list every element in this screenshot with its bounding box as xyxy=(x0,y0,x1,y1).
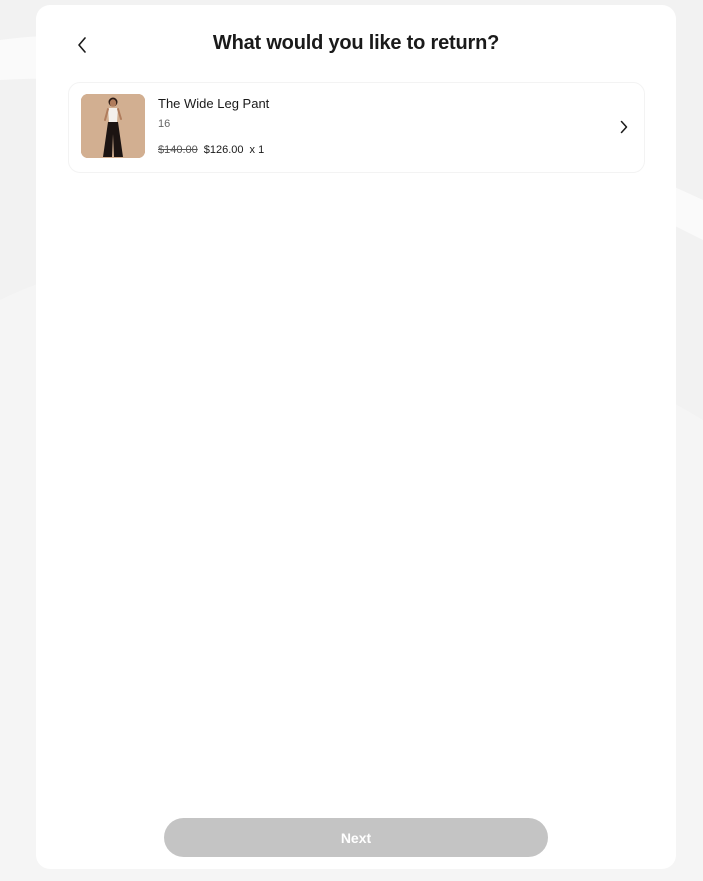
return-item-card[interactable]: The Wide Leg Pant 16 $140.00 $126.00 x 1 xyxy=(68,82,645,173)
chevron-right-icon xyxy=(620,120,628,134)
sale-price: $126.00 xyxy=(203,144,244,156)
product-size: 16 xyxy=(158,118,171,130)
original-price: $140.00 xyxy=(158,144,198,156)
page-title: What would you like to return? xyxy=(212,32,500,54)
quantity: x 1 xyxy=(249,144,265,156)
item-chevron[interactable] xyxy=(618,119,630,135)
next-button[interactable]: Next xyxy=(164,818,548,857)
return-panel: What would you like to return? The Wide … xyxy=(36,5,676,869)
product-prices: $140.00 $126.00 x 1 xyxy=(158,144,264,156)
product-image xyxy=(81,94,145,158)
product-name: The Wide Leg Pant xyxy=(158,96,270,111)
